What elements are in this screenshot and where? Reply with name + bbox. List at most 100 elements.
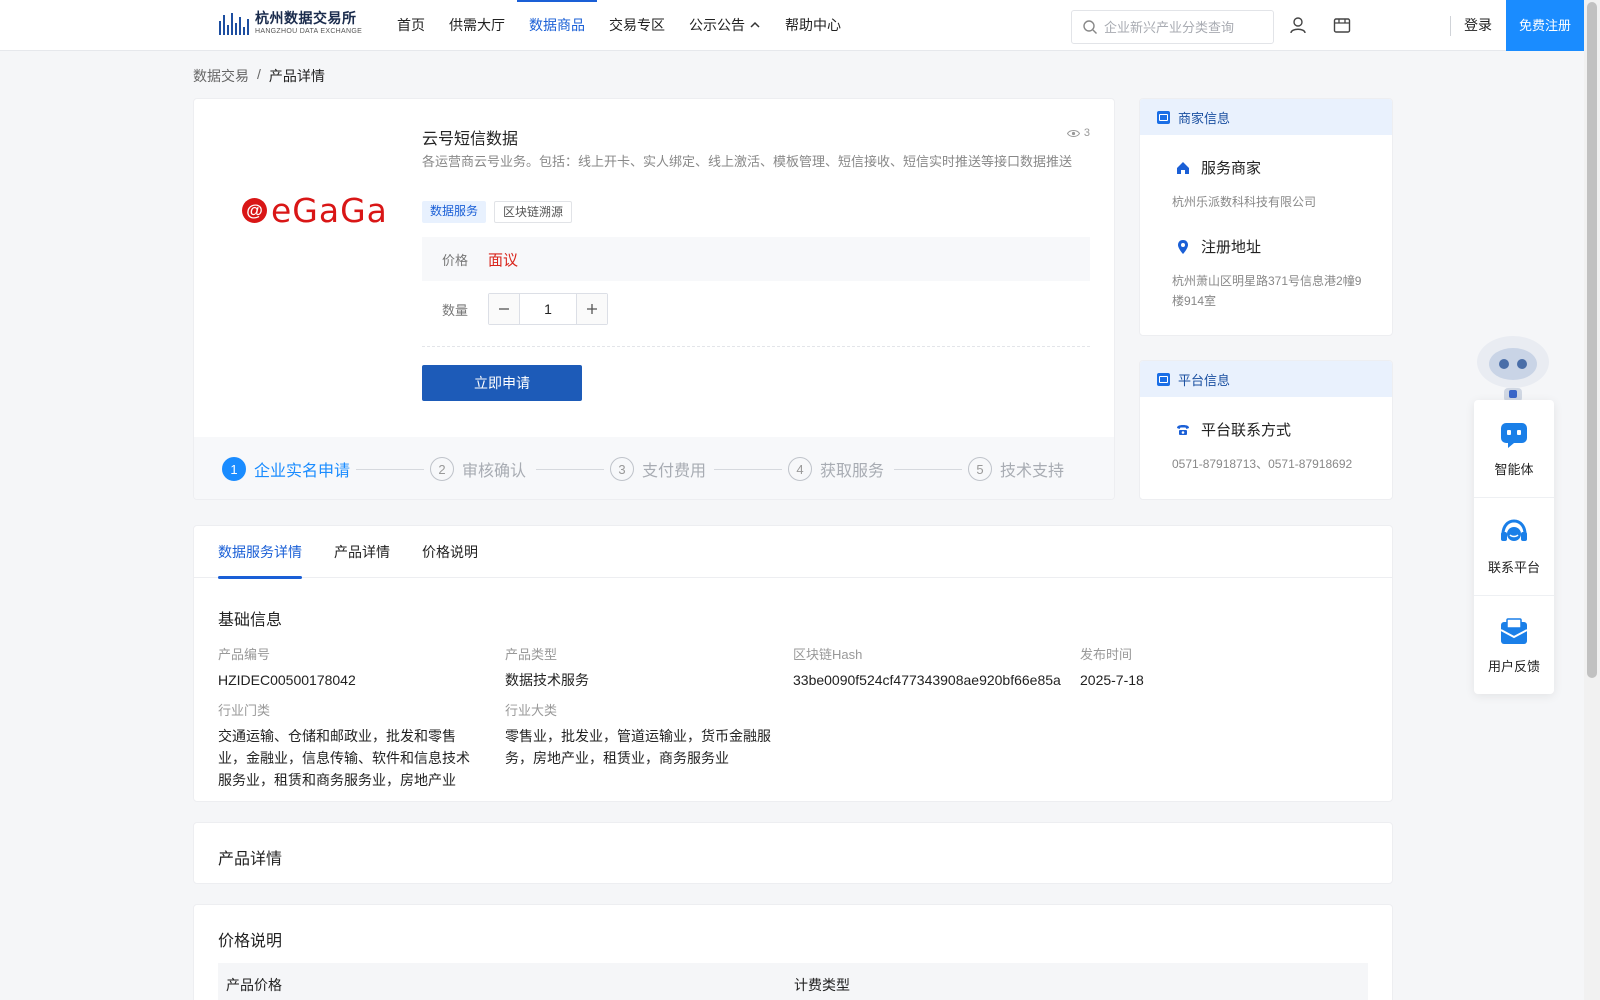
product-no-value: HZIDEC00500178042 <box>218 672 356 688</box>
plus-icon <box>587 304 598 314</box>
platform-info-header: 平台信息 <box>1140 361 1392 397</box>
step-connector <box>356 469 424 470</box>
agent-label: 智能体 <box>1494 462 1534 477</box>
contact-platform-label: 联系平台 <box>1487 560 1540 575</box>
tab-price-note[interactable]: 价格说明 <box>422 526 478 578</box>
user-feedback-label: 用户反馈 <box>1487 658 1540 674</box>
step-5-label: 技术支持 <box>1000 463 1065 480</box>
step-1-label: 企业实名申请 <box>254 463 351 480</box>
chevron-up-icon <box>750 21 760 28</box>
nav-trade-zone[interactable]: 交易专区 <box>597 0 677 50</box>
service-merchant-value: 杭州乐派数科科技有限公司 <box>1172 195 1317 209</box>
step-connector <box>894 469 962 470</box>
product-logo: @ eGaGa <box>242 191 388 230</box>
platform-info-title: 平台信息 <box>1178 372 1231 388</box>
step-connector <box>536 469 604 470</box>
top-navbar: 杭州数据交易所 HANGZHOU DATA EXCHANGE 首页 供需大厅 数… <box>0 0 1584 51</box>
tab-product-detail[interactable]: 产品详情 <box>334 526 390 578</box>
floating-toolbar: 智能体 联系平台 用户反馈 <box>1474 400 1554 694</box>
registered-address-label: 注册地址 <box>1201 239 1262 256</box>
minus-icon <box>499 308 510 310</box>
column-billing-type: 计费类型 <box>794 977 850 993</box>
field-product-type: 产品类型 数据技术服务 <box>505 644 765 691</box>
tab-data-service-detail[interactable]: 数据服务详情 <box>218 526 302 579</box>
site-logo[interactable]: 杭州数据交易所 HANGZHOU DATA EXCHANGE <box>219 11 362 35</box>
nav-announcements[interactable]: 公示公告 <box>677 0 773 50</box>
increment-button[interactable] <box>577 294 608 324</box>
logo-mark-icon <box>219 11 249 35</box>
product-tags: 数据服务 区块链溯源 <box>422 201 573 223</box>
step-4: 4 获取服务 <box>788 457 884 481</box>
nav-home[interactable]: 首页 <box>385 0 437 50</box>
basic-info-title: 基础信息 <box>218 612 283 629</box>
platform-info-panel: 平台信息 平台联系方式 0571-87918713、0571-87918692 <box>1139 360 1393 500</box>
dashed-divider <box>422 346 1090 347</box>
shop-icon[interactable] <box>1331 14 1353 36</box>
register-button[interactable]: 免费注册 <box>1506 0 1584 51</box>
service-merchant-label: 服务商家 <box>1201 160 1262 177</box>
process-steps: 1 企业实名申请 2 审核确认 3 支付费用 4 获取服务 5 技术支持 <box>194 437 1114 499</box>
detail-tabs: 数据服务详情 产品详情 价格说明 <box>194 526 1392 579</box>
product-description: 各运营商云号业务。包括：线上开卡、实人绑定、线上激活、模板管理、短信接收、短信实… <box>422 154 1073 169</box>
headset-icon <box>1501 519 1527 541</box>
phone-icon <box>1177 424 1189 435</box>
product-detail-section: 产品详情 <box>193 822 1393 884</box>
search-input[interactable] <box>1104 19 1264 35</box>
logo-subtitle: HANGZHOU DATA EXCHANGE <box>255 28 363 35</box>
apply-now-button[interactable]: 立即申请 <box>422 365 582 401</box>
breadcrumb-separator: / <box>257 66 261 82</box>
industry-major-label: 行业大类 <box>505 703 558 718</box>
user-feedback-button[interactable]: 用户反馈 <box>1474 596 1554 694</box>
logo-title: 杭州数据交易所 <box>255 10 357 26</box>
quantity-label: 数量 <box>442 302 469 318</box>
product-title: 云号短信数据 <box>422 131 519 148</box>
assistant-robot-icon[interactable] <box>1474 326 1552 404</box>
contact-platform-button[interactable]: 联系平台 <box>1474 498 1554 596</box>
field-blockchain-hash: 区块链Hash 33be0090f524cf477343908ae920bf66… <box>793 644 1063 691</box>
blockchain-hash-label: 区块链Hash <box>793 647 863 662</box>
product-card: @ eGaGa 云号短信数据 3 各运营商云号业务。包括：线上开卡、实人绑定、线… <box>193 98 1115 500</box>
product-detail-title: 产品详情 <box>218 851 283 868</box>
merchant-info-icon <box>1157 110 1170 124</box>
step-2: 2 审核确认 <box>430 457 526 481</box>
user-icon[interactable] <box>1287 14 1309 36</box>
robot-chat-icon <box>1501 423 1527 448</box>
page-scrollbar[interactable] <box>1584 0 1600 1000</box>
agent-button[interactable]: 智能体 <box>1474 400 1554 498</box>
step-5-number: 5 <box>968 457 992 481</box>
platform-contact-row: 平台联系方式 <box>1140 419 1392 440</box>
merchant-info-title: 商家信息 <box>1178 110 1231 126</box>
platform-contact-label: 平台联系方式 <box>1201 422 1292 439</box>
price-note-title: 价格说明 <box>218 933 283 950</box>
price-table-header: 产品价格 计费类型 <box>218 963 1368 1000</box>
step-4-number: 4 <box>788 457 812 481</box>
step-connector <box>714 469 782 470</box>
nav-supply-demand[interactable]: 供需大厅 <box>437 0 517 50</box>
industry-category-value: 交通运输、仓储和邮政业，批发和零售业，金融业，信息传输、软件和信息技术服务业，租… <box>218 728 470 788</box>
feedback-mail-icon <box>1500 617 1528 644</box>
product-no-label: 产品编号 <box>218 647 271 662</box>
nav-data-products[interactable]: 数据商品 <box>517 0 597 50</box>
view-count: 3 <box>1066 127 1090 139</box>
breadcrumb: 数据交易 / 产品详情 <box>193 66 325 86</box>
product-type-label: 产品类型 <box>505 647 558 662</box>
decrement-button[interactable] <box>489 294 520 324</box>
platform-info-icon <box>1157 372 1170 386</box>
product-logo-text: eGaGa <box>271 191 388 230</box>
product-logo-mark: @ <box>242 198 267 223</box>
view-count-value: 3 <box>1083 127 1090 139</box>
eye-icon <box>1066 129 1080 137</box>
field-industry-category: 行业门类 交通运输、仓储和邮政业，批发和零售业，金融业，信息传输、软件和信息技术… <box>218 700 480 791</box>
price-note-section: 价格说明 产品价格 计费类型 <box>193 904 1393 1000</box>
platform-contact-value: 0571-87918713、0571-87918692 <box>1172 457 1353 471</box>
merchant-info-panel: 商家信息 服务商家 杭州乐派数科科技有限公司 注册地址 杭州萧山区明星路371号… <box>1139 98 1393 336</box>
nav-help-center[interactable]: 帮助中心 <box>773 0 853 50</box>
scrollbar-thumb[interactable] <box>1587 2 1597 678</box>
search-icon <box>1083 20 1097 34</box>
login-link[interactable]: 登录 <box>1464 0 1492 50</box>
breadcrumb-data-trade[interactable]: 数据交易 <box>193 66 249 86</box>
service-merchant-row: 服务商家 <box>1140 157 1392 178</box>
field-industry-major: 行业大类 零售业，批发业，管道运输业，货币金融服务，房地产业，租赁业，商务服务业 <box>505 700 775 769</box>
step-1: 1 企业实名申请 <box>222 457 350 481</box>
quantity-input[interactable]: 1 <box>519 294 578 324</box>
